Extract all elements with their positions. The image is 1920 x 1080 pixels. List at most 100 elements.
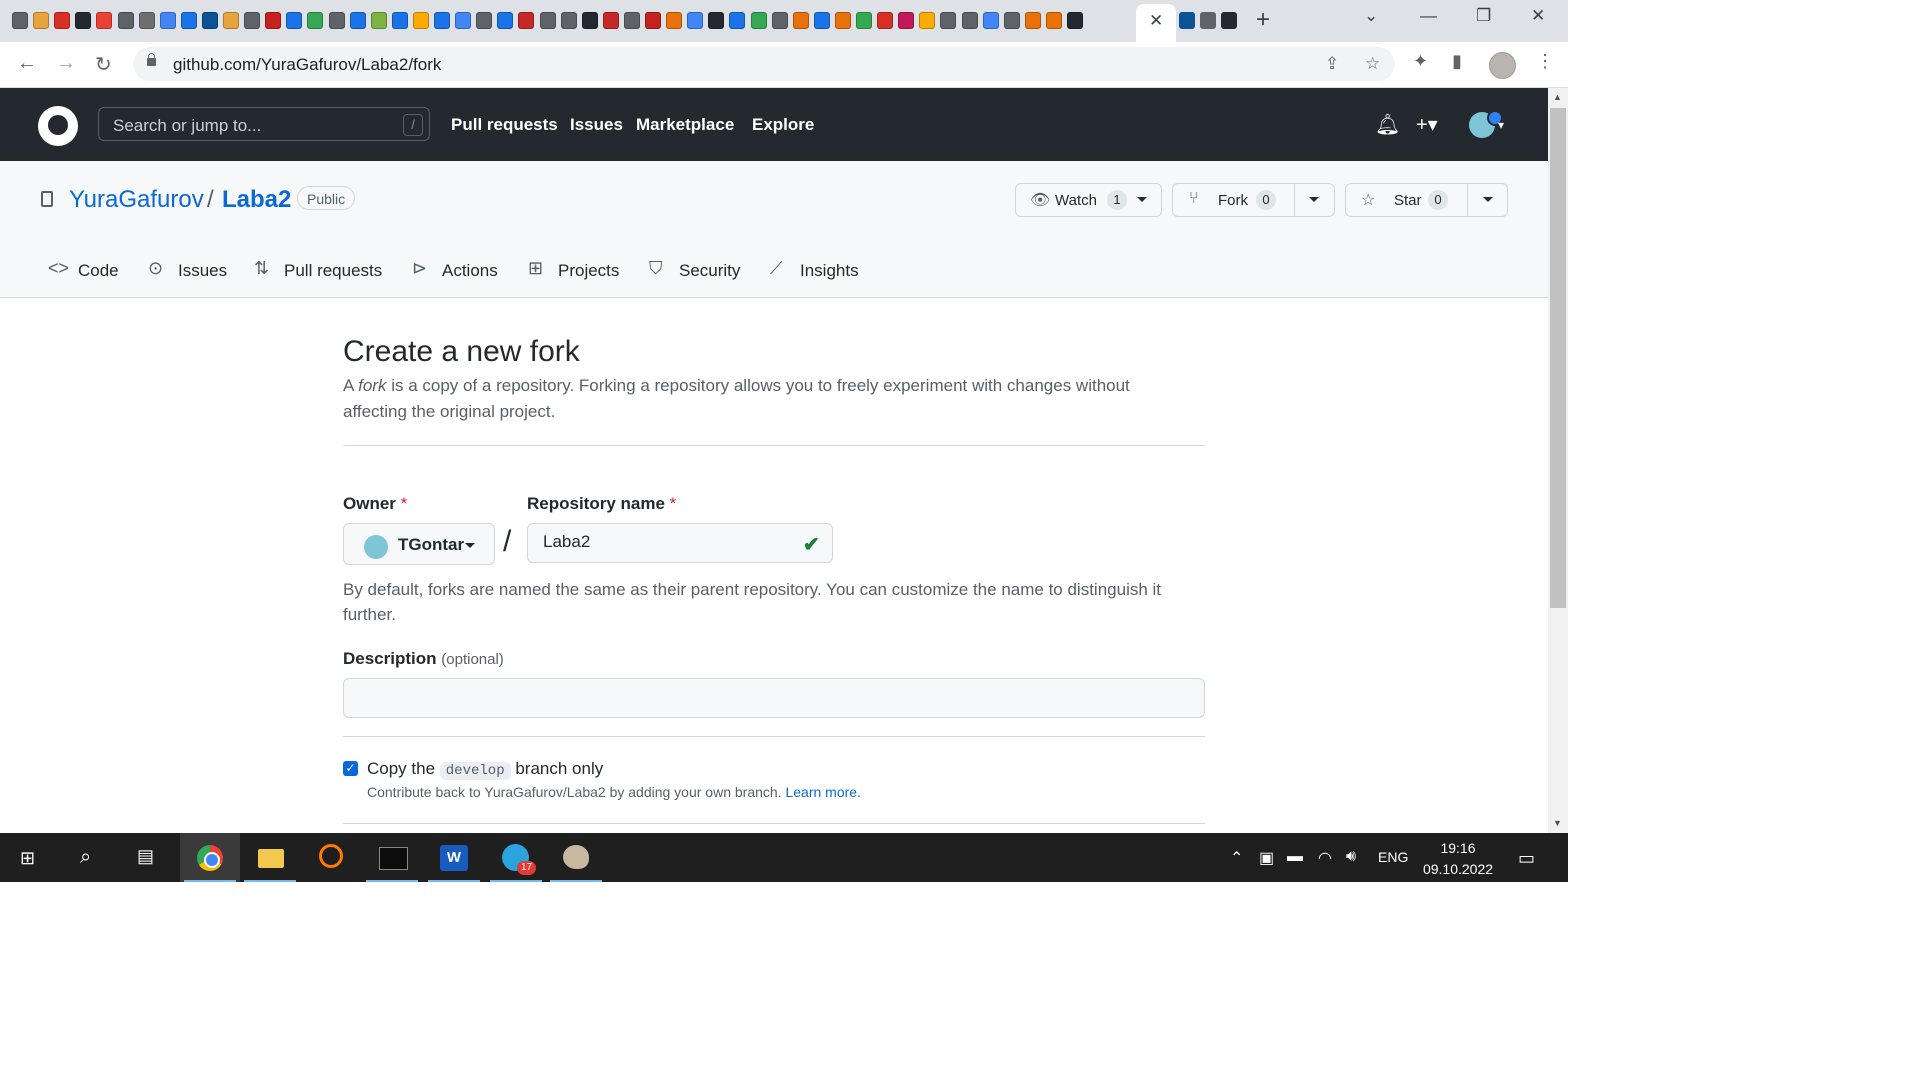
omnibox[interactable]: github.com/YuraGafurov/Laba2/fork ⇪ ☆	[133, 47, 1395, 81]
tab-search-icon[interactable]: ⌄	[1364, 6, 1378, 26]
input-language[interactable]: ENG	[1378, 849, 1408, 865]
tab-favicon[interactable]	[434, 12, 450, 29]
tab-favicon[interactable]	[223, 12, 239, 29]
scroll-up-icon[interactable]: ▲	[1553, 92, 1562, 102]
tab-favicon[interactable]	[729, 12, 746, 29]
tab-favicon[interactable]	[581, 12, 598, 29]
tab-favicon[interactable]	[96, 12, 113, 29]
taskbar-app-orange[interactable]	[302, 833, 362, 882]
tab-favicon[interactable]	[982, 12, 999, 29]
copy-branch-label[interactable]: Copy the develop branch only	[367, 759, 603, 780]
tab-favicon[interactable]	[455, 12, 472, 29]
tab-favicon[interactable]	[813, 12, 830, 29]
system-clock[interactable]: 19:16 09.10.2022	[1412, 838, 1504, 880]
repo-owner-link[interactable]: YuraGafurov	[69, 186, 204, 214]
tab-favicon[interactable]	[856, 12, 872, 29]
bookmark-star-icon[interactable]: ☆	[1365, 54, 1380, 74]
tab-favicon[interactable]	[919, 12, 936, 29]
tab-favicon[interactable]	[666, 12, 683, 29]
tab-favicon[interactable]	[623, 12, 640, 29]
copy-branch-checkbox[interactable]: ✓	[343, 761, 358, 776]
reload-icon[interactable]: ↻	[95, 52, 112, 77]
notifications-bell-icon[interactable]: 🔔︎	[1375, 112, 1400, 137]
tab-favicon[interactable]	[877, 12, 894, 29]
forward-icon[interactable]: →	[56, 52, 76, 75]
wifi-icon[interactable]: ◠	[1318, 848, 1332, 868]
start-button[interactable]: ⊞	[0, 833, 60, 882]
tab-favicon[interactable]	[539, 12, 556, 29]
taskbar-terminal[interactable]	[362, 833, 422, 882]
taskbar-paint[interactable]	[546, 833, 606, 882]
tab-favicon[interactable]	[1200, 12, 1216, 29]
new-tab-button[interactable]: +	[1256, 6, 1270, 34]
tab-favicon[interactable]	[940, 12, 957, 29]
tab-favicon[interactable]	[370, 12, 387, 29]
repo-name-field[interactable]: ✔	[527, 523, 833, 563]
close-window-icon[interactable]: ✕	[1531, 6, 1545, 26]
fork-dropdown-icon[interactable]	[1309, 197, 1319, 202]
tab-favicon[interactable]	[286, 12, 303, 29]
device-icon[interactable]: ▣	[1259, 848, 1274, 868]
side-panel-icon[interactable]: ▮	[1452, 51, 1462, 72]
tab-favicon[interactable]	[476, 12, 493, 29]
watch-button[interactable]: 👁︎ Watch 1	[1015, 183, 1162, 217]
tab-favicon[interactable]	[1024, 12, 1041, 29]
tab-favicon[interactable]	[75, 12, 92, 29]
description-field[interactable]	[343, 678, 1205, 718]
owner-select[interactable]: TGontar	[343, 523, 495, 565]
tab-favicon[interactable]	[687, 12, 704, 29]
scroll-down-icon[interactable]: ▼	[1553, 818, 1562, 828]
tab-favicon[interactable]	[1003, 12, 1020, 29]
search-input[interactable]: Search or jump to... /	[98, 107, 430, 141]
url-text[interactable]: github.com/YuraGafurov/Laba2/fork	[173, 55, 441, 75]
repo-name-input[interactable]	[543, 532, 793, 552]
chrome-menu-icon[interactable]: ⋮	[1536, 51, 1554, 72]
lock-icon[interactable]	[147, 53, 156, 66]
active-tab[interactable]: ✕	[1136, 4, 1176, 42]
tab-favicon[interactable]	[138, 12, 155, 29]
tab-favicon[interactable]	[497, 12, 514, 29]
tab-favicon[interactable]	[244, 12, 261, 29]
tab-favicon[interactable]	[750, 12, 767, 29]
notification-center-icon[interactable]: ▭	[1518, 848, 1535, 869]
taskbar-word[interactable]: W	[424, 833, 484, 882]
fork-label[interactable]: Fork	[1218, 192, 1248, 209]
github-logo-icon[interactable]	[38, 106, 78, 146]
nav-explore[interactable]: Explore	[752, 115, 814, 135]
close-tab-icon[interactable]: ✕	[1149, 11, 1163, 31]
tab-favicon[interactable]	[54, 12, 71, 29]
back-icon[interactable]: ←	[17, 52, 37, 75]
tab-favicon[interactable]	[349, 12, 366, 29]
nav-marketplace[interactable]: Marketplace	[636, 115, 734, 135]
tab-favicon[interactable]	[12, 12, 28, 29]
tab-favicon[interactable]	[645, 12, 661, 29]
tab-favicon[interactable]	[792, 12, 809, 29]
star-dropdown-icon[interactable]	[1483, 197, 1493, 202]
tab-favicon[interactable]	[180, 12, 197, 29]
learn-more-link[interactable]: Learn more.	[785, 784, 860, 800]
tab-favicon[interactable]	[33, 12, 50, 29]
tab-favicon[interactable]	[117, 12, 134, 29]
tab-favicon[interactable]	[518, 12, 535, 29]
minimize-icon[interactable]: —	[1420, 6, 1437, 26]
taskbar-chrome[interactable]	[180, 833, 240, 882]
create-new-plus-icon[interactable]: +▾	[1416, 112, 1438, 137]
tab-favicon[interactable]	[1221, 12, 1237, 29]
tab-favicon[interactable]	[1045, 12, 1062, 29]
tab-favicon[interactable]	[328, 12, 345, 29]
tab-favicon[interactable]	[391, 12, 408, 29]
restore-icon[interactable]: ❐	[1476, 6, 1491, 26]
tab-favicon[interactable]	[159, 12, 176, 29]
avatar-caret-icon[interactable]: ▾	[1498, 118, 1504, 132]
page-scrollbar[interactable]: ▲ ▼	[1548, 88, 1568, 833]
search-button[interactable]: ⌕	[60, 833, 120, 882]
share-icon[interactable]: ⇪	[1325, 54, 1339, 74]
tab-favicon[interactable]	[1179, 12, 1195, 29]
tab-favicon[interactable]	[961, 12, 978, 29]
tab-favicon[interactable]	[834, 12, 851, 29]
tab-favicon[interactable]	[412, 12, 429, 29]
show-hidden-icons[interactable]: ⌃	[1230, 848, 1243, 868]
battery-icon[interactable]: ▬	[1287, 848, 1303, 866]
tab-favicon[interactable]	[307, 12, 324, 29]
star-label[interactable]: Star	[1394, 192, 1422, 209]
